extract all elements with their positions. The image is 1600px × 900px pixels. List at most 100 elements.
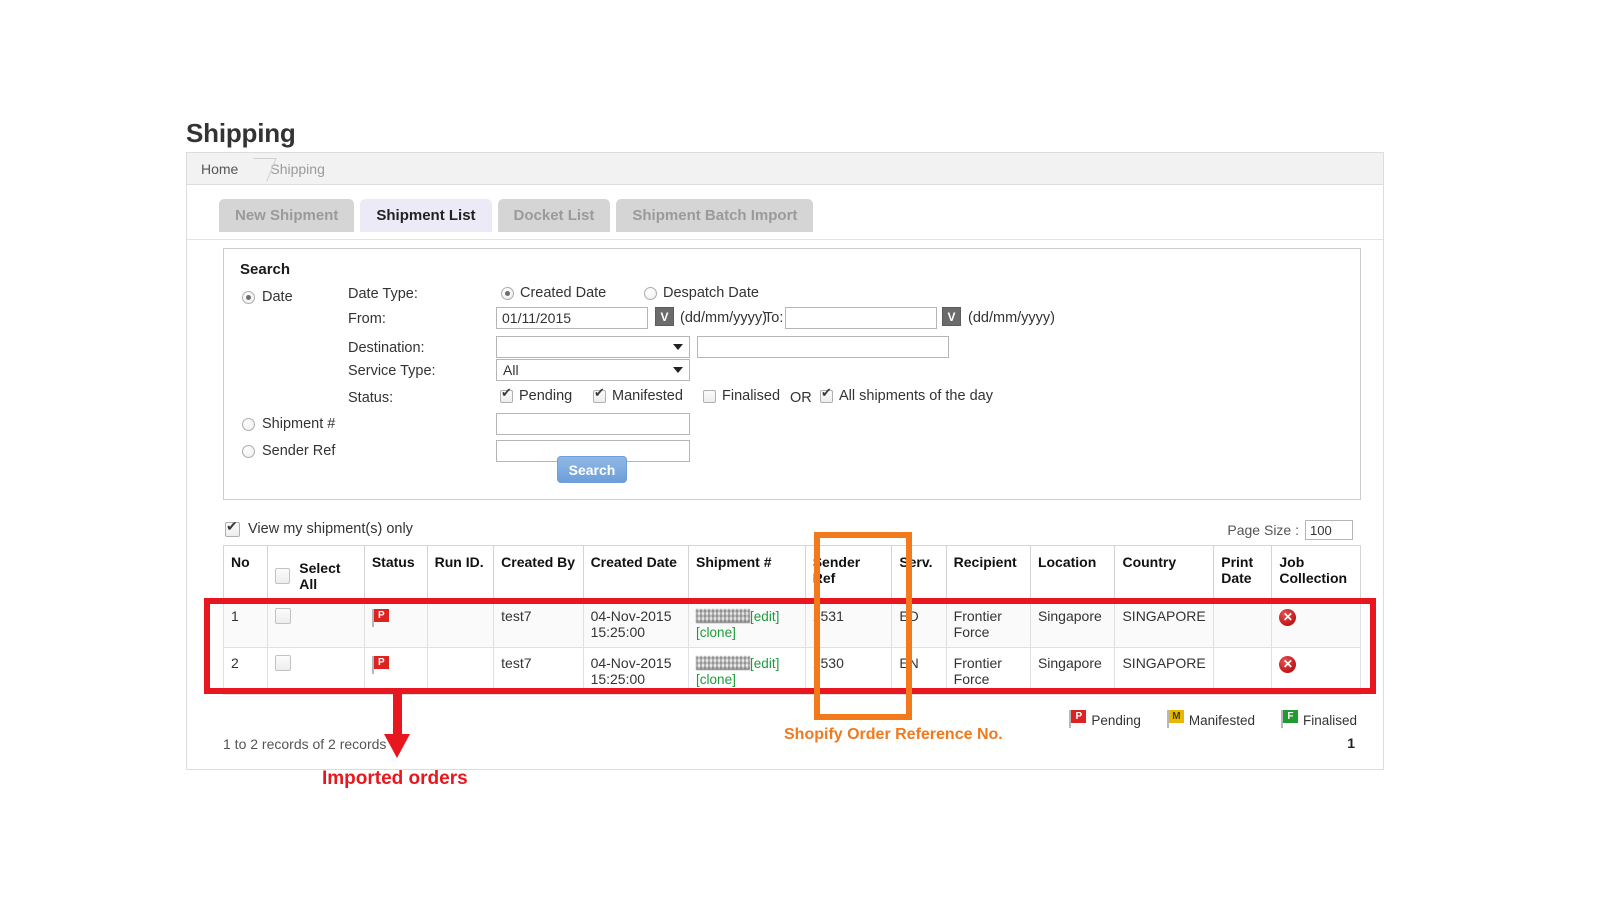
radio-sender-ref-icon[interactable] [242, 445, 255, 458]
destination-select[interactable] [496, 336, 690, 358]
clone-link[interactable]: [clone] [696, 672, 736, 687]
status-all-shipments-label: All shipments of the day [839, 388, 993, 404]
search-mode-sender-ref[interactable]: Sender Ref [242, 443, 335, 459]
breadcrumb-separator-icon [246, 153, 268, 185]
destination-text-input[interactable] [697, 336, 949, 358]
radio-despatch-date[interactable]: Despatch Date [644, 285, 759, 301]
checkbox-select-all-icon[interactable] [275, 568, 290, 584]
screenshot-root: Shipping Home Shipping New Shipment Ship… [0, 0, 1600, 900]
status-checkbox-pending[interactable]: Pending [500, 388, 572, 404]
cell-no: 2 [224, 648, 268, 695]
created-date-value: 04-Nov-2015 15:25:00 [591, 608, 672, 640]
table-row[interactable]: 1 P test7 04-Nov-2015 15:25:00 [edit] [c… [224, 601, 1361, 648]
cell-select[interactable] [268, 648, 364, 695]
search-panel: Search Date Shipment # Sender Ref Date T… [223, 248, 1361, 500]
date-type-label: Date Type: [348, 286, 418, 302]
checkbox-row-select-icon[interactable] [275, 655, 291, 671]
cell-job-collection[interactable]: ✕ [1272, 648, 1361, 695]
records-summary: 1 to 2 records of 2 records [223, 736, 386, 752]
radio-despatch-date-icon[interactable] [644, 287, 657, 300]
cell-job-collection[interactable]: ✕ [1272, 601, 1361, 648]
edit-link[interactable]: [edit] [750, 656, 779, 671]
status-label: Status: [348, 390, 393, 406]
error-icon[interactable]: ✕ [1279, 656, 1296, 673]
annotation-imported-orders-label: Imported orders [322, 768, 468, 790]
table-row[interactable]: 2 P test7 04-Nov-2015 15:25:00 [edit] [c… [224, 648, 1361, 695]
cell-country: SINGAPORE [1115, 648, 1214, 695]
col-shipment-number: Shipment # [689, 546, 806, 601]
radio-date-icon[interactable] [242, 291, 255, 304]
legend-pending: P Pending [1069, 709, 1141, 728]
radio-shipment-number-icon[interactable] [242, 418, 255, 431]
from-date-calendar-button[interactable]: V [655, 307, 674, 326]
view-my-shipments-toggle[interactable]: View my shipment(s) only [225, 521, 413, 537]
flag-pending-icon: P [1069, 709, 1088, 728]
col-sender-ref: Sender Ref [805, 546, 892, 601]
radio-created-date-icon[interactable] [501, 287, 514, 300]
cell-created-date: 04-Nov-2015 15:25:00 [583, 601, 688, 648]
search-mode-shipment-number[interactable]: Shipment # [242, 416, 335, 432]
radio-created-date[interactable]: Created Date [501, 285, 606, 301]
cell-shipment-number: [edit] [clone] [689, 601, 806, 648]
shipment-table: No Select All Status Run ID. Created By … [223, 545, 1361, 695]
tab-docket-list[interactable]: Docket List [498, 199, 611, 232]
chevron-down-icon [673, 367, 683, 373]
edit-link[interactable]: [edit] [750, 609, 779, 624]
cell-sender-ref: 1531 [805, 601, 892, 648]
breadcrumb-home[interactable]: Home [201, 161, 238, 177]
col-location: Location [1030, 546, 1115, 601]
destination-label: Destination: [348, 340, 425, 356]
checkbox-manifested-icon[interactable] [593, 390, 606, 403]
checkbox-view-my-shipments-icon[interactable] [225, 522, 240, 537]
col-created-by: Created By [494, 546, 583, 601]
search-mode-date[interactable]: Date [242, 289, 293, 305]
chevron-down-icon [673, 344, 683, 350]
cell-created-date: 04-Nov-2015 15:25:00 [583, 648, 688, 695]
cell-status: P [364, 648, 427, 695]
checkbox-row-select-icon[interactable] [275, 608, 291, 624]
error-icon[interactable]: ✕ [1279, 609, 1296, 626]
col-status: Status [364, 546, 427, 601]
pagination-current-page[interactable]: 1 [1347, 735, 1355, 751]
legend-finalised-label: Finalised [1303, 713, 1357, 728]
tab-new-shipment[interactable]: New Shipment [219, 199, 354, 232]
checkbox-all-shipments-icon[interactable] [820, 390, 833, 403]
page-size-input[interactable] [1305, 520, 1353, 540]
col-serv: Serv. [892, 546, 946, 601]
shipping-panel: Home Shipping New Shipment Shipment List… [186, 152, 1384, 770]
view-my-shipments-label: View my shipment(s) only [248, 521, 413, 537]
clone-link[interactable]: [clone] [696, 625, 736, 640]
flag-pending-glyph: P [374, 609, 389, 622]
service-type-select[interactable]: All [496, 359, 690, 381]
tab-shipment-list[interactable]: Shipment List [360, 199, 491, 232]
cell-run-id [427, 601, 494, 648]
shipment-number-redacted[interactable] [696, 656, 750, 670]
table-header-row: No Select All Status Run ID. Created By … [224, 546, 1361, 601]
col-print-date: Print Date [1214, 546, 1272, 601]
search-button[interactable]: Search [557, 456, 627, 483]
tab-shipment-batch-import[interactable]: Shipment Batch Import [616, 199, 813, 232]
col-run-id: Run ID. [427, 546, 494, 601]
shipment-number-input[interactable] [496, 413, 690, 435]
shipment-number-redacted[interactable] [696, 609, 750, 623]
cell-print-date [1214, 601, 1272, 648]
cell-shipment-number: [edit] [clone] [689, 648, 806, 695]
cell-serv: ED [892, 601, 946, 648]
status-checkbox-finalised[interactable]: Finalised [703, 388, 780, 404]
col-no: No [224, 546, 268, 601]
cell-sender-ref: 1530 [805, 648, 892, 695]
status-finalised-label: Finalised [722, 388, 780, 404]
checkbox-pending-icon[interactable] [500, 390, 513, 403]
status-checkbox-all-shipments[interactable]: All shipments of the day [820, 388, 993, 404]
to-date-calendar-button[interactable]: V [942, 307, 961, 326]
to-date-format-hint: (dd/mm/yyyy) [968, 310, 1055, 326]
to-date-input[interactable] [785, 307, 937, 329]
cell-select[interactable] [268, 601, 364, 648]
from-date-input[interactable] [496, 307, 648, 329]
col-recipient: Recipient [946, 546, 1030, 601]
status-checkbox-manifested[interactable]: Manifested [593, 388, 683, 404]
cell-status: P [364, 601, 427, 648]
flag-pending-glyph: P [374, 656, 389, 669]
checkbox-finalised-icon[interactable] [703, 390, 716, 403]
page-title: Shipping [186, 118, 296, 149]
